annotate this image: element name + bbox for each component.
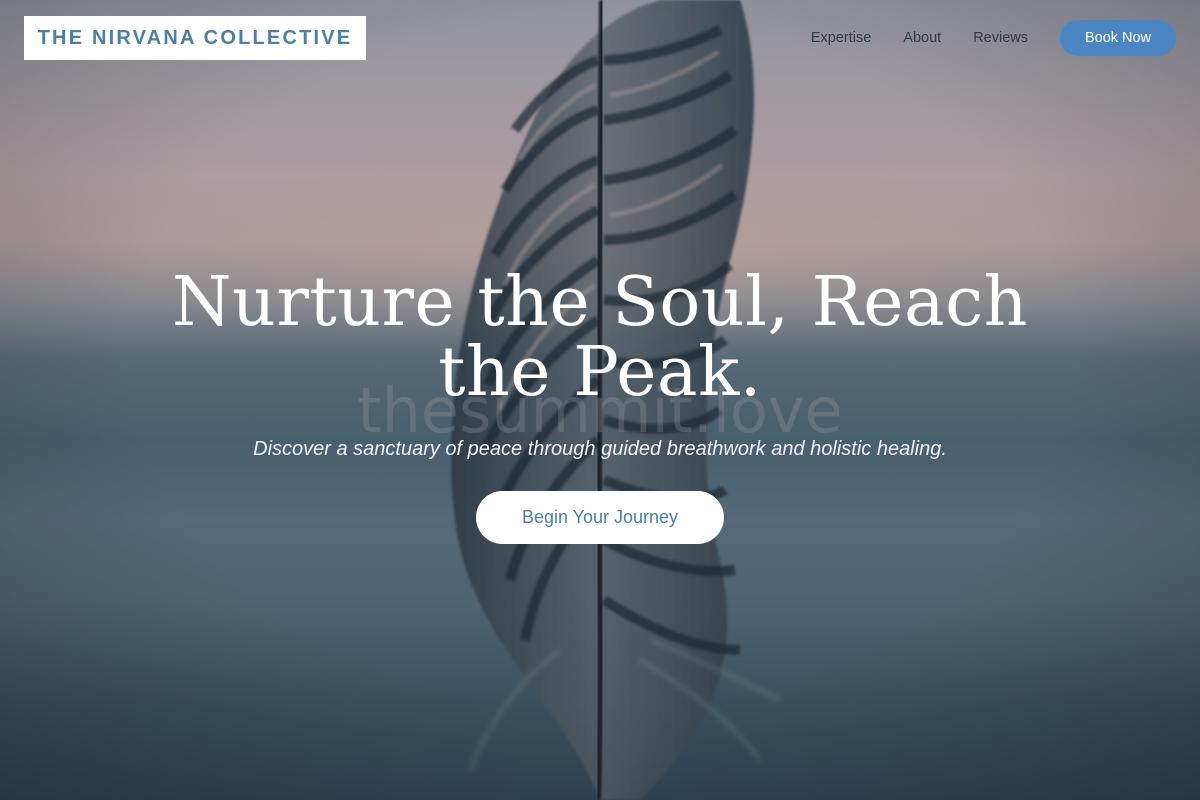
nav-link-about[interactable]: About — [903, 30, 941, 46]
main-nav: Expertise About Reviews Book Now — [811, 20, 1176, 56]
book-now-button[interactable]: Book Now — [1060, 20, 1176, 56]
nav-link-reviews[interactable]: Reviews — [973, 30, 1028, 46]
hero-section: THE NIRVANA COLLECTIVE Expertise About R… — [0, 0, 1200, 800]
hero-headline: Nurture the Soul, Reach the Peak. — [172, 263, 1028, 412]
hero-subtitle: Discover a sanctuary of peace through gu… — [253, 438, 947, 460]
nav-link-expertise[interactable]: Expertise — [811, 30, 871, 46]
begin-journey-button[interactable]: Begin Your Journey — [476, 491, 724, 544]
logo[interactable]: THE NIRVANA COLLECTIVE — [24, 16, 366, 60]
